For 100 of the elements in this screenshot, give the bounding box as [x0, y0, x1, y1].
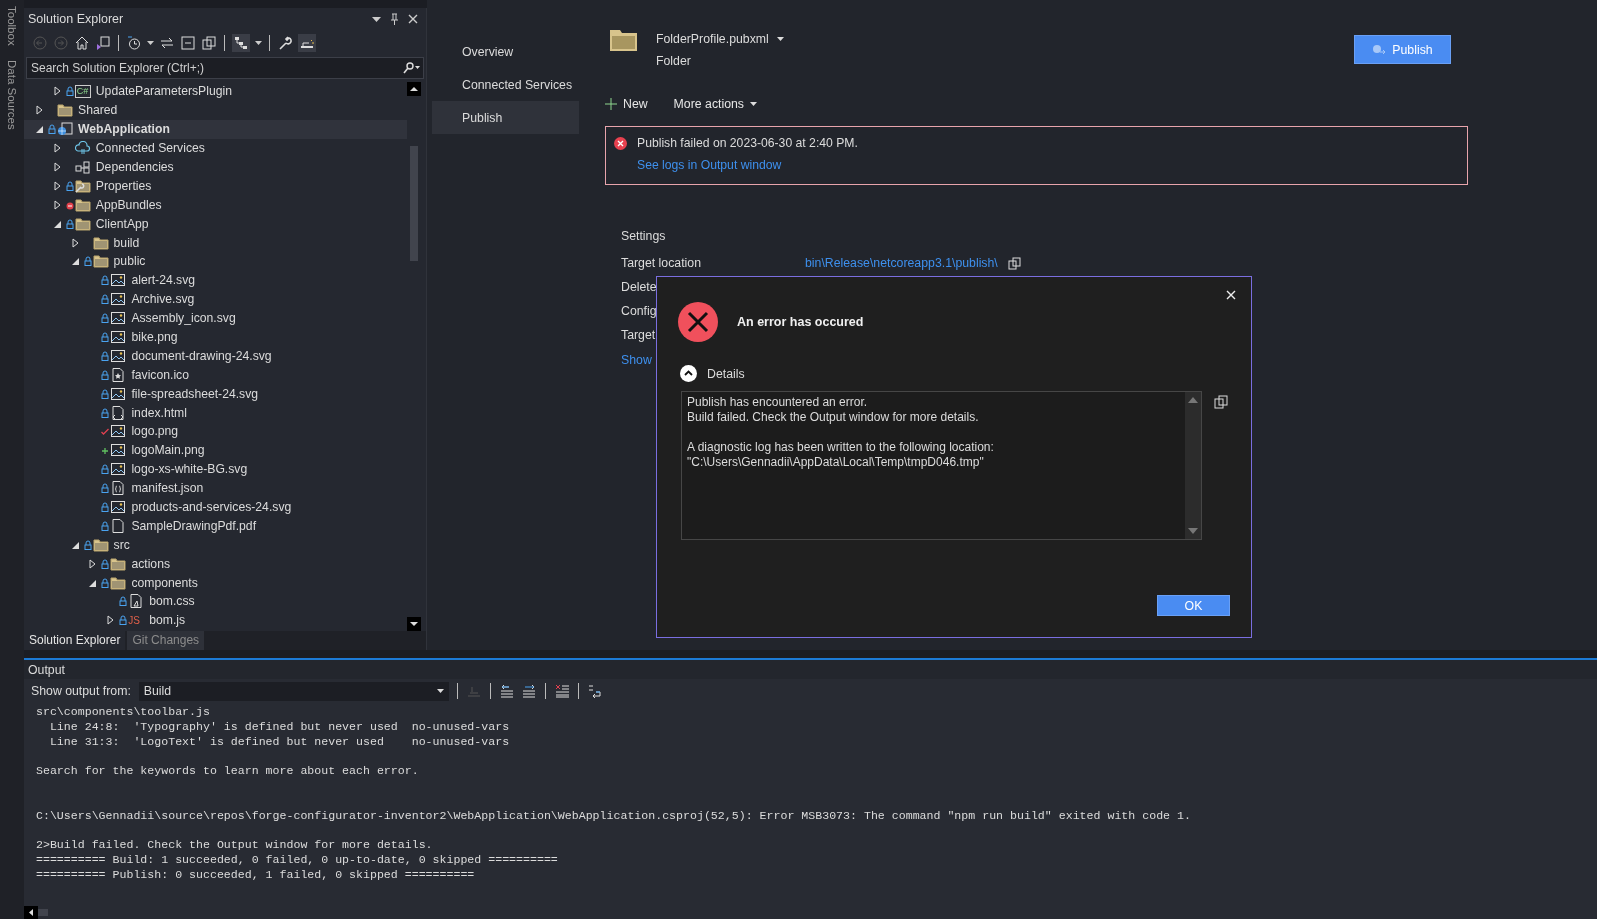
wrench-icon[interactable] — [277, 35, 293, 51]
tree-label: bom.js — [149, 613, 186, 628]
tree-item[interactable]: C# UpdateParametersPlugin — [24, 82, 407, 101]
expander-icon[interactable] — [36, 124, 44, 135]
tree-item[interactable]: logoMain.png — [24, 440, 407, 460]
source-dropdown[interactable]: Build — [138, 681, 449, 701]
tree-item[interactable]: SampleDrawingPdf.pdf — [24, 516, 407, 536]
tree-item[interactable]: bom.css — [24, 592, 407, 611]
tree-label: Properties — [95, 178, 152, 193]
expander-icon[interactable] — [36, 105, 44, 116]
more-actions-button[interactable]: More actions — [673, 93, 757, 115]
nav-item[interactable]: Publish — [432, 101, 579, 134]
tree-item[interactable]: Dependencies — [24, 157, 407, 177]
clear-all-icon[interactable] — [553, 684, 570, 698]
close-icon[interactable] — [408, 14, 418, 24]
copy-icon[interactable] — [1214, 395, 1228, 409]
tree-item[interactable]: ClientApp — [24, 214, 407, 234]
error-icon — [614, 137, 627, 150]
setting-link[interactable]: bin\Release\netcoreapp3.1\publish\ — [805, 256, 998, 270]
tree-item[interactable]: logo.png — [24, 422, 407, 441]
tree-item[interactable]: logo-xs-white-BG.svg — [24, 459, 407, 479]
caret-icon[interactable] — [436, 689, 444, 693]
collapse-icon[interactable] — [180, 35, 196, 51]
panel-tab[interactable]: Git Changes — [127, 631, 205, 650]
details-paragraph: Publish has encountered an error. Build failed. Check the Output window for more details. — [687, 395, 980, 425]
side-tab[interactable]: Toolbox — [6, 6, 18, 46]
log-text: src\components\toolbar.js Line 24:8: 'Typography' is defined but never used no-unused-vars Line 31:3: 'LogoText' is defined but never used no-unused-vars — [36, 705, 511, 750]
nav-item[interactable]: Overview — [432, 35, 579, 68]
side-tab[interactable]: Data Sources — [6, 59, 18, 130]
tree-item[interactable]: Shared — [24, 100, 407, 120]
tree-item[interactable]: bike.png — [24, 327, 407, 347]
tree-item[interactable]: document-drawing-24.svg — [24, 346, 407, 366]
expander-icon[interactable] — [107, 615, 116, 626]
tree-item[interactable]: Assembly_icon.svg — [24, 308, 407, 328]
expander-icon[interactable] — [53, 86, 62, 97]
search-icon[interactable] — [403, 62, 421, 74]
expander-icon[interactable] — [71, 237, 80, 248]
next-message-icon[interactable] — [520, 684, 537, 698]
expander-icon[interactable] — [53, 162, 62, 172]
tree-item[interactable]: favicon.ico — [24, 365, 407, 385]
word-wrap-icon[interactable] — [586, 684, 603, 698]
tree-item[interactable]: AppBundles — [24, 195, 407, 215]
tree-item[interactable]: manifest.json — [24, 478, 407, 498]
tree-label: components — [131, 575, 198, 590]
file-icon — [128, 594, 145, 609]
copy-icon[interactable] — [1007, 256, 1021, 270]
history-icon[interactable] — [126, 35, 142, 51]
tree-label: manifest.json — [131, 481, 204, 496]
caret-icon[interactable] — [147, 41, 154, 45]
new-button[interactable]: New — [605, 93, 648, 115]
scroll-down-icon[interactable] — [407, 617, 421, 631]
tree-item[interactable]: build — [24, 233, 407, 252]
tree-item[interactable]: products-and-services-24.svg — [24, 497, 407, 517]
caret-icon[interactable] — [776, 37, 784, 41]
tree-item[interactable]: Properties — [24, 176, 407, 196]
switch-views-icon[interactable] — [95, 35, 111, 51]
profile-dropdown[interactable]: FolderProfile.pubxml — [656, 32, 784, 46]
tree-label: SampleDrawingPdf.pdf — [131, 518, 257, 533]
tree-item[interactable]: Archive.svg — [24, 289, 407, 309]
show-link[interactable]: Show — [621, 353, 652, 367]
home-icon[interactable] — [74, 35, 90, 51]
image-file-icon — [110, 443, 127, 458]
expander-icon[interactable] — [53, 199, 62, 210]
sync-icon[interactable] — [159, 35, 175, 51]
pin-icon[interactable] — [390, 13, 399, 25]
previous-message-icon[interactable] — [498, 684, 515, 698]
expander-icon[interactable] — [53, 180, 62, 191]
expander-icon[interactable] — [53, 143, 62, 154]
caret-icon[interactable] — [372, 16, 381, 22]
hierarchy-icon[interactable] — [232, 34, 250, 52]
search-field[interactable]: Search Solution Explorer (Ctrl+;) — [26, 57, 424, 79]
tree-item[interactable]: index.html — [24, 403, 407, 423]
tree-item[interactable]: file-spreadsheet-24.svg — [24, 384, 407, 404]
scroll-thumb[interactable] — [38, 909, 48, 916]
image-file-icon — [110, 424, 127, 439]
expander-icon[interactable] — [71, 256, 80, 267]
chevron-icon[interactable] — [680, 365, 697, 382]
lock-icon — [101, 407, 110, 418]
tree-item[interactable]: WebApplication — [24, 119, 407, 139]
nav-item[interactable]: Connected Services — [432, 68, 579, 101]
tree-item[interactable]: Connected Services — [24, 138, 407, 158]
scroll-left-icon[interactable] — [24, 906, 38, 919]
image-file-icon — [110, 273, 127, 288]
tree-item[interactable]: actions — [24, 554, 407, 574]
error-icon — [678, 302, 718, 342]
preview-icon[interactable] — [298, 34, 316, 52]
wrench-folder-icon — [74, 178, 91, 193]
scroll-up-icon[interactable] — [407, 82, 421, 96]
tree-item[interactable]: components — [24, 573, 407, 593]
expander-icon[interactable] — [89, 558, 98, 569]
copy-icon[interactable] — [201, 35, 217, 51]
tree-item[interactable]: JS bom.js — [24, 610, 407, 630]
scroll-thumb[interactable] — [410, 146, 418, 261]
caret-icon[interactable] — [255, 41, 262, 45]
panel-tab[interactable]: Solution Explorer — [24, 631, 126, 650]
tree-item[interactable]: src — [24, 535, 407, 555]
file-icon — [110, 518, 127, 533]
output-link[interactable]: See logs in Output window — [637, 158, 858, 172]
tree-item[interactable]: public — [24, 252, 407, 271]
tree-item[interactable]: alert-24.svg — [24, 270, 407, 290]
